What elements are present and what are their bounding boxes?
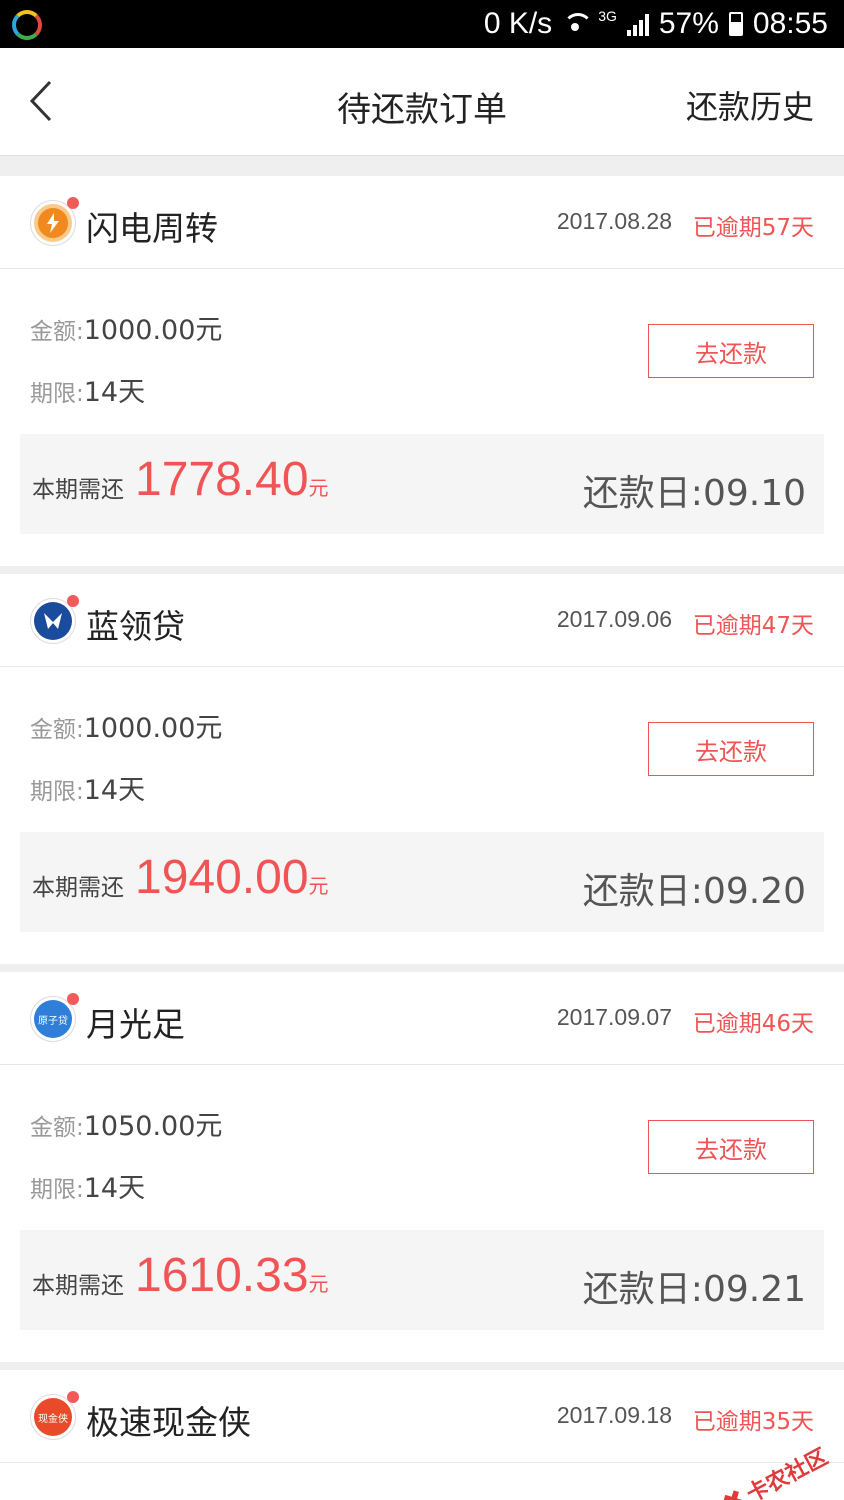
wifi-icon — [562, 11, 594, 37]
product-name: 极速现金侠 — [86, 1403, 251, 1442]
due-label: 本期需还 — [32, 477, 124, 503]
loan-term: 期限:14天 — [30, 377, 146, 408]
order-date: 2017.09.07 — [556, 1004, 672, 1030]
order-header: 闪电周转 2017.08.28 已逾期57天 — [0, 176, 844, 269]
due-amount: 1610.33元 — [135, 1249, 329, 1302]
order-header: 蓝领贷 2017.09.06 已逾期47天 — [0, 574, 844, 667]
cashhero-logo-icon: 现金侠 — [30, 1391, 79, 1440]
overdue-status: 已逾期57天 — [692, 215, 814, 241]
status-bar: 0 K/s 3G 57% 08:55 — [0, 0, 844, 48]
order-date: 2017.09.18 — [556, 1402, 672, 1428]
product-name: 闪电周转 — [86, 209, 218, 248]
battery-percent: 57% — [658, 7, 719, 40]
order-card: 原子贷 月光足 2017.09.07 已逾期46天 金额:1050.00元 期限… — [0, 972, 844, 1362]
repayment-history-link[interactable]: 还款历史 — [686, 82, 814, 128]
due-date: 还款日:09.21 — [582, 1269, 806, 1310]
bluecollar-logo-icon — [30, 595, 79, 644]
order-card: 闪电周转 2017.08.28 已逾期57天 金额:1000.00元 期限:14… — [0, 176, 844, 566]
due-label: 本期需还 — [32, 1273, 124, 1299]
due-amount: 1778.40元 — [135, 453, 329, 506]
unread-dot — [67, 993, 79, 1005]
status-indicators: 0 K/s 3G 57% 08:55 — [484, 0, 828, 48]
loan-amount: 金额:1000.00元 — [30, 713, 223, 744]
due-label: 本期需还 — [32, 875, 124, 901]
product-name: 蓝领贷 — [86, 607, 185, 646]
order-list: 闪电周转 2017.08.28 已逾期57天 金额:1000.00元 期限:14… — [0, 176, 844, 1500]
due-date: 还款日:09.10 — [582, 473, 806, 514]
repay-button[interactable]: 去还款 — [648, 1120, 814, 1174]
due-summary: 本期需还 1940.00元 还款日:09.20 — [20, 832, 824, 932]
unread-dot — [67, 1391, 79, 1403]
order-date: 2017.09.06 — [556, 606, 672, 632]
network-type: 3G — [598, 8, 617, 24]
unread-dot — [67, 197, 79, 209]
nav-bar: 待还款订单 还款历史 — [0, 48, 844, 156]
unread-dot — [67, 595, 79, 607]
loan-term: 期限:14天 — [30, 1173, 146, 1204]
moonlight-logo-icon: 原子贷 — [30, 993, 79, 1042]
loan-amount: 金额:1000.00元 — [30, 315, 223, 346]
overdue-status: 已逾期46天 — [692, 1011, 814, 1037]
overdue-status: 已逾期47天 — [692, 613, 814, 639]
repay-button[interactable]: 去还款 — [648, 324, 814, 378]
signal-icon — [626, 12, 649, 36]
order-header: 原子贷 月光足 2017.09.07 已逾期46天 — [0, 972, 844, 1065]
overdue-status: 已逾期35天 — [692, 1409, 814, 1435]
product-name: 月光足 — [86, 1005, 185, 1044]
loan-amount: 金额:1050.00元 — [30, 1111, 223, 1142]
clock: 08:55 — [752, 7, 828, 40]
lightning-logo-icon — [30, 197, 79, 246]
order-card: 蓝领贷 2017.09.06 已逾期47天 金额:1000.00元 期限:14天… — [0, 574, 844, 964]
battery-icon — [728, 12, 743, 36]
order-date: 2017.08.28 — [556, 208, 672, 234]
due-summary: 本期需还 1778.40元 还款日:09.10 — [20, 434, 824, 534]
order-header: 现金侠 极速现金侠 2017.09.18 已逾期35天 — [0, 1370, 844, 1463]
order-card: 现金侠 极速现金侠 2017.09.18 已逾期35天 ✖ 卡农社区 — [0, 1370, 844, 1500]
due-date: 还款日:09.20 — [582, 871, 806, 912]
loan-term: 期限:14天 — [30, 775, 146, 806]
repay-button[interactable]: 去还款 — [648, 722, 814, 776]
due-summary: 本期需还 1610.33元 还款日:09.21 — [20, 1230, 824, 1330]
net-speed: 0 K/s — [483, 7, 553, 40]
app-notification-icon — [12, 10, 42, 40]
due-amount: 1940.00元 — [135, 851, 329, 904]
